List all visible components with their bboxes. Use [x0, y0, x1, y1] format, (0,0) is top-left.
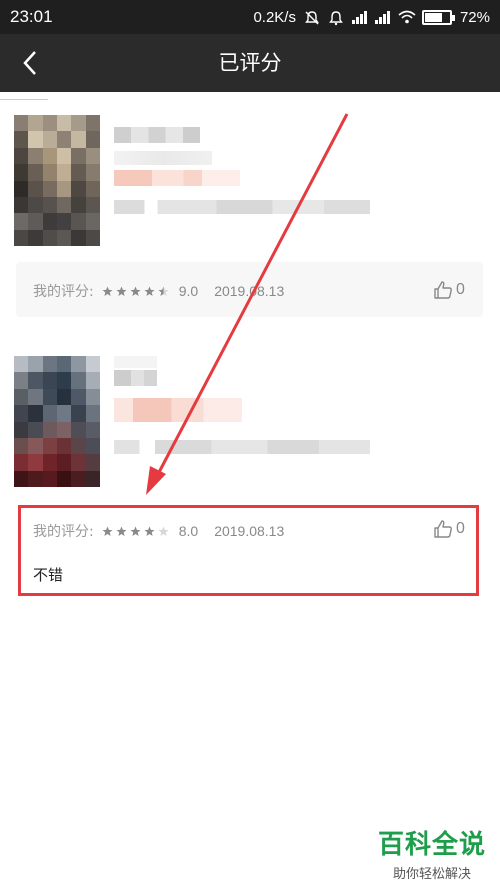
my-rating-row-1: 我的评分: 9.0 2019.08.13: [33, 281, 284, 301]
movie-info-2: [114, 440, 370, 454]
status-bar: 23:01 0.2K/s 72%: [0, 0, 500, 34]
star-filled-icon: [102, 286, 113, 296]
watermark-logo: 百科全说 助你轻松解决: [378, 824, 486, 882]
watermark-subtitle: 助你轻松解决: [392, 867, 471, 882]
alarm-bell-icon: [328, 10, 344, 26]
thumbs-up-icon: [434, 281, 452, 299]
movie-title-1: [114, 127, 200, 143]
my-rating-label: 我的评分:: [33, 284, 94, 300]
highlight-box: [18, 505, 479, 596]
rating-date: 2019.08.13: [214, 283, 285, 299]
rating-score: 9.0: [178, 283, 199, 299]
mute-bell-icon: [304, 10, 320, 25]
star-rating: [102, 286, 169, 297]
status-time: 23:01: [10, 7, 53, 26]
star-filled-icon: [144, 286, 155, 296]
header-divider: [0, 99, 48, 100]
watermark-title: 百科全说: [377, 830, 486, 860]
signal-icon: [351, 10, 367, 24]
star-half-icon: [158, 286, 169, 296]
battery-icon: [421, 9, 455, 25]
page-title: 已评分: [218, 51, 282, 75]
wifi-icon: [398, 10, 416, 24]
movie-rating-tag-1: [114, 170, 240, 186]
movie-title-2: [114, 370, 157, 386]
movie-poster-2[interactable]: [14, 356, 100, 487]
movie-poster-1[interactable]: [14, 115, 100, 246]
back-button[interactable]: [10, 44, 50, 82]
like-count: 0: [456, 281, 465, 298]
battery-percent: 72%: [459, 8, 490, 26]
page: 23:01 0.2K/s 72% 已评分 我的评分: 9.0 2019.08.1…: [0, 0, 500, 886]
star-filled-icon: [130, 286, 141, 296]
status-icons: 0.2K/s 72%: [253, 9, 490, 26]
movie-subtitle-2: [114, 356, 157, 368]
movie-info-1: [114, 200, 370, 214]
star-filled-icon: [116, 286, 127, 296]
app-header: 已评分: [0, 34, 500, 92]
chevron-left-icon: [23, 51, 36, 75]
like-button[interactable]: 0: [433, 280, 465, 300]
network-speed: 0.2K/s: [253, 8, 296, 26]
movie-subtitle-1: [114, 151, 212, 165]
signal-2-icon: [374, 10, 390, 24]
movie-rating-tag-2: [114, 398, 242, 422]
